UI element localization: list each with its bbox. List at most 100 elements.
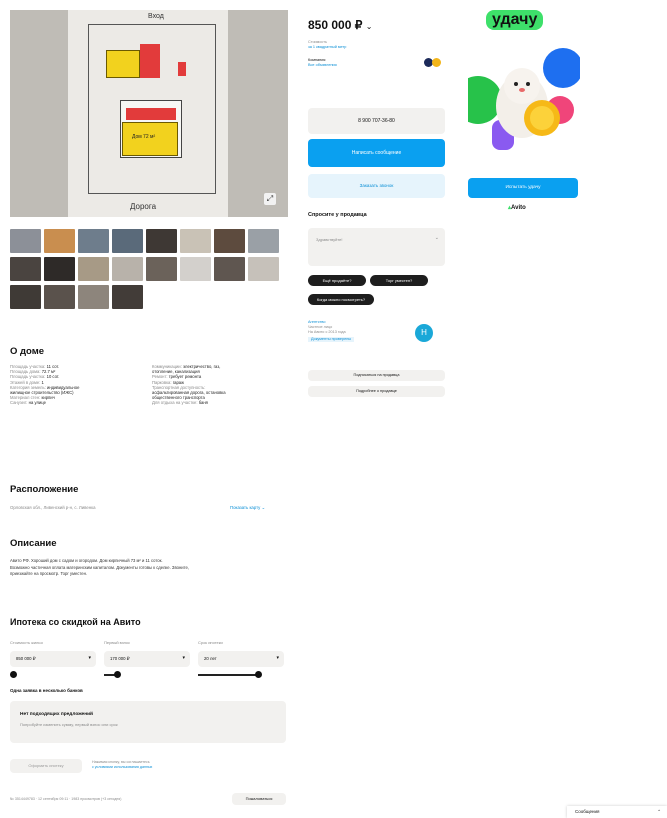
- thumbnail[interactable]: [146, 257, 177, 281]
- thumbnail[interactable]: [10, 285, 41, 309]
- slider-track: [198, 674, 258, 676]
- thumbnail[interactable]: [78, 285, 109, 309]
- thumbnail[interactable]: [44, 257, 75, 281]
- description-title: Описание: [10, 538, 57, 549]
- avito-logo: ▴Avito: [508, 204, 526, 211]
- chevron-up-icon: ⌃: [657, 809, 661, 814]
- price-details: Стоимость за 1 квадратный метр: [308, 40, 346, 50]
- price-value: 850 000 ₽: [308, 18, 363, 32]
- thumbnail[interactable]: [78, 229, 109, 253]
- home-price-slider-handle[interactable]: [10, 671, 17, 678]
- thumbnail[interactable]: [44, 285, 75, 309]
- location-address: Орловская обл., Ливенский р-н, с. Ливенк…: [10, 505, 96, 510]
- thumbnail[interactable]: [10, 257, 41, 281]
- price-per-meter-link[interactable]: за 1 квадратный метр: [308, 45, 346, 50]
- no-offers-title: Нет подходящих предложений: [20, 712, 94, 717]
- thumbnail[interactable]: [180, 257, 211, 281]
- plan-label-top: Вход: [148, 13, 164, 20]
- quick-question-chip[interactable]: Ещё продаёте?: [308, 275, 366, 286]
- thumbnail[interactable]: [248, 257, 279, 281]
- mortgage-title: Ипотека со скидкой на Авито: [10, 617, 141, 627]
- mortgage-term-slider-handle[interactable]: [255, 671, 262, 678]
- mortgage-term-input[interactable]: 20 лет ▾: [198, 651, 284, 667]
- seller-details-button[interactable]: Подробнее о продавце: [308, 386, 445, 397]
- lucky-cat-illustration: [468, 48, 580, 150]
- ad-banner[interactable]: удачу Испытать удачу ▴Avito: [468, 0, 580, 220]
- apply-mortgage-button[interactable]: Оформить ипотеку: [10, 759, 82, 773]
- price: 850 000 ₽ ⌄: [308, 18, 372, 32]
- thumbnail[interactable]: [214, 257, 245, 281]
- request-call-button[interactable]: Заказать звонок: [308, 174, 445, 198]
- about-key: Санузел:: [10, 400, 28, 406]
- main-photo[interactable]: Вход Дом 72 м² Дорога ⤢: [10, 10, 288, 217]
- one-application-label: Одна заявка в несколько банков: [10, 688, 83, 693]
- chevron-down-icon: ▾: [88, 655, 91, 661]
- thumbnail[interactable]: [10, 229, 41, 253]
- write-message-button[interactable]: Написать сообщение: [308, 139, 445, 167]
- down-payment-input[interactable]: 170 000 ₽ ▾: [104, 651, 190, 667]
- apply-terms-link[interactable]: с условиями использования данных: [92, 765, 152, 770]
- description-line: приезжайте на просмотр. Торг уместен.: [10, 571, 88, 576]
- seller-ads-link[interactable]: Все объявления: [308, 63, 337, 68]
- seller-summary: Компания Все объявления: [308, 58, 337, 68]
- subscribe-seller-button[interactable]: Подписаться на продавца: [308, 370, 445, 381]
- down-payment-slider-handle[interactable]: [114, 671, 121, 678]
- plan-red-zone: [140, 44, 160, 78]
- messages-label: Сообщения: [575, 809, 600, 814]
- avatar[interactable]: Н: [415, 324, 433, 342]
- down-payment-value: 170 000 ₽: [110, 656, 130, 661]
- thumbnail[interactable]: [112, 257, 143, 281]
- thumbnail[interactable]: [248, 229, 279, 253]
- home-price-input[interactable]: 850 000 ₽ ▾: [10, 651, 96, 667]
- plan-label-room: Дом 72 м²: [132, 134, 156, 140]
- mortgage-field-label: Первый взнос: [104, 640, 131, 645]
- thumbnail[interactable]: [44, 229, 75, 253]
- mortgage-field-label: Срок ипотеки: [198, 640, 223, 645]
- about-value: на улице: [28, 400, 46, 406]
- thumbnail-strip: [10, 229, 288, 313]
- ask-seller-placeholder: Здравствуйте!: [316, 237, 343, 242]
- mortgage-field-label: Стоимость жилья: [10, 640, 43, 645]
- no-offers-subtitle: Попробуйте изменить сумму, первый взнос …: [20, 722, 118, 727]
- show-map-link[interactable]: Показать карту ⌄: [230, 505, 265, 511]
- plan-label-bottom: Дорога: [130, 202, 157, 211]
- thumbnail[interactable]: [180, 229, 211, 253]
- avito-brand: Avito: [511, 205, 526, 211]
- apply-note: Нажимая кнопку, вы соглашаетесь с услови…: [92, 760, 152, 770]
- about-left-list: Площадь участка: 11 сот. Площадь дома: 72…: [10, 364, 146, 406]
- quick-question-chip[interactable]: Когда можно посмотреть?: [308, 294, 374, 305]
- plan-outbuilding: [106, 50, 140, 78]
- ask-seller-input[interactable]: Здравствуйте! ⌄: [308, 228, 445, 266]
- report-button[interactable]: Пожаловаться: [232, 793, 286, 805]
- mortgage-term-value: 20 лет: [204, 656, 217, 661]
- location-title: Расположение: [10, 484, 79, 495]
- thumbnail[interactable]: [112, 285, 143, 309]
- listing-meta: № 3514449783 · 12 сентября 09:11 · 1983 …: [10, 797, 122, 801]
- plan-red-mark: [178, 62, 186, 76]
- plan-house-red: [126, 108, 176, 120]
- chevron-down-icon: ⌄: [434, 235, 439, 241]
- price-history-toggle[interactable]: ⌄: [366, 22, 373, 31]
- description-text: Авито РФ. Хороший дом с садом и огородом…: [10, 558, 290, 578]
- agent-info: Агентство Частное лицо На Авито с 2013 г…: [308, 320, 355, 342]
- expand-icon[interactable]: ⤢: [264, 193, 276, 205]
- about-row: Для отдыха на участке: баня: [152, 400, 288, 405]
- thumbnail[interactable]: [78, 257, 109, 281]
- about-value: баня: [198, 400, 208, 406]
- ad-headline: удачу: [486, 10, 544, 30]
- about-right-list: Коммуникации: электричество, газ, отопле…: [152, 364, 288, 406]
- thumbnail[interactable]: [214, 229, 245, 253]
- thumbnail[interactable]: [112, 229, 143, 253]
- rating-icon: [432, 58, 441, 67]
- about-row: Санузел: на улице: [10, 400, 146, 405]
- show-phone-button[interactable]: 8 900 707-36-80: [308, 108, 445, 134]
- about-title: О доме: [10, 346, 45, 357]
- agent-line: На Авито с 2013 года: [308, 330, 346, 334]
- thumbnail[interactable]: [146, 229, 177, 253]
- home-price-value: 850 000 ₽: [16, 656, 36, 661]
- messages-bar[interactable]: Сообщения ⌃: [567, 806, 667, 818]
- about-value: 10 сот.: [46, 374, 60, 380]
- chevron-down-icon: ▾: [182, 655, 185, 661]
- quick-question-chip[interactable]: Торг уместен?: [370, 275, 428, 286]
- ad-cta-button[interactable]: Испытать удачу: [468, 178, 578, 198]
